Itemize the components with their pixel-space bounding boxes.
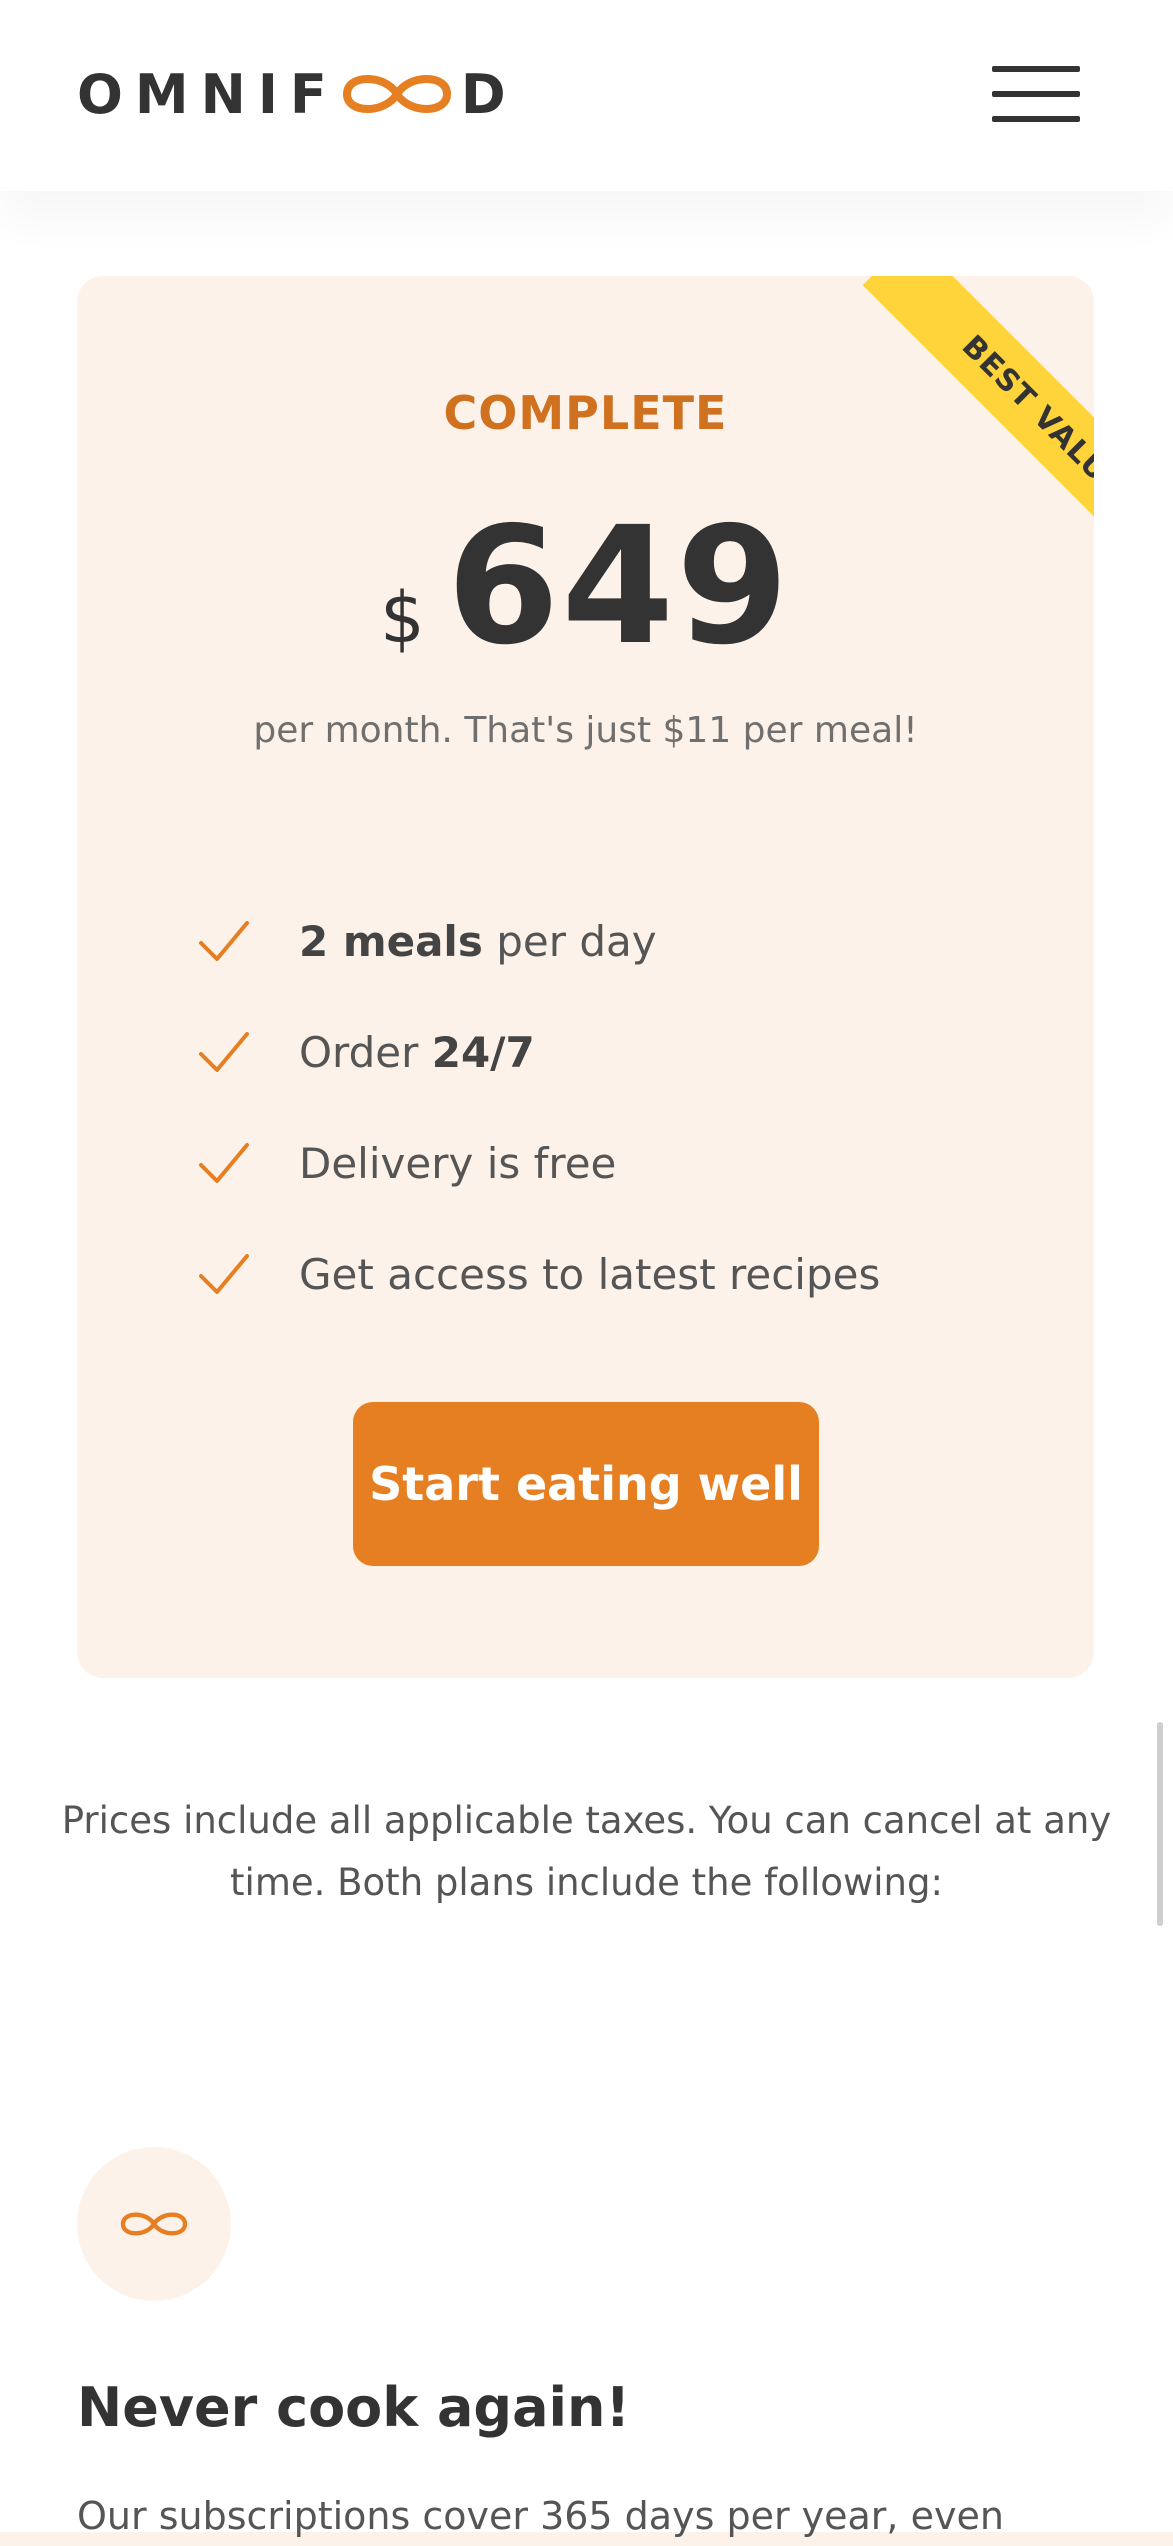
infinity-icon [120, 2212, 188, 2236]
feature-bold: 2 meals [299, 917, 483, 966]
plan-name: COMPLETE [443, 386, 728, 440]
infinity-icon [342, 75, 451, 113]
checkmark-icon [199, 920, 249, 961]
price-currency: $ [380, 577, 425, 659]
logo-text-right: D [460, 62, 518, 126]
checkmark-icon [199, 1031, 249, 1072]
site-header: OMNIF D [0, 0, 1173, 191]
feature-title: Never cook again! [77, 2376, 631, 2439]
list-item: Get access to latest recipes [197, 1219, 1017, 1330]
feature-text: Get access to latest recipes [299, 1250, 881, 1299]
logo-text-left: OMNIF [77, 62, 339, 126]
feature-text: Delivery is free [299, 1139, 617, 1188]
list-item: Delivery is free [197, 1108, 1017, 1219]
hamburger-menu-icon[interactable] [992, 66, 1080, 122]
price-amount: 649 [446, 493, 791, 681]
price: $ 649 [77, 506, 1094, 668]
feature-description: Our subscriptions cover 365 days per yea… [77, 2494, 1004, 2538]
plans-note: Prices include all applicable taxes. You… [61, 1799, 1112, 1904]
start-eating-well-button[interactable]: Start eating well [353, 1402, 819, 1566]
feature-text: Order [299, 1028, 432, 1077]
feature-list: 2 meals per day Order 24/7 Delivery is f… [197, 886, 1017, 1330]
feature-text: per day [482, 917, 657, 966]
price-note: per month. That's just $11 per meal! [253, 710, 918, 751]
list-item: 2 meals per day [197, 886, 1017, 997]
checkmark-icon [199, 1142, 249, 1183]
checkmark-icon [199, 1253, 249, 1294]
feature-icon-container [77, 2147, 231, 2301]
feature-bold: 24/7 [431, 1028, 535, 1077]
list-item: Order 24/7 [197, 997, 1017, 1108]
pricing-card-complete: BEST VALUE COMPLETE $ 649 per month. Tha… [77, 276, 1094, 1678]
scrollbar[interactable] [1157, 1722, 1163, 1926]
logo[interactable]: OMNIF D [77, 62, 518, 126]
